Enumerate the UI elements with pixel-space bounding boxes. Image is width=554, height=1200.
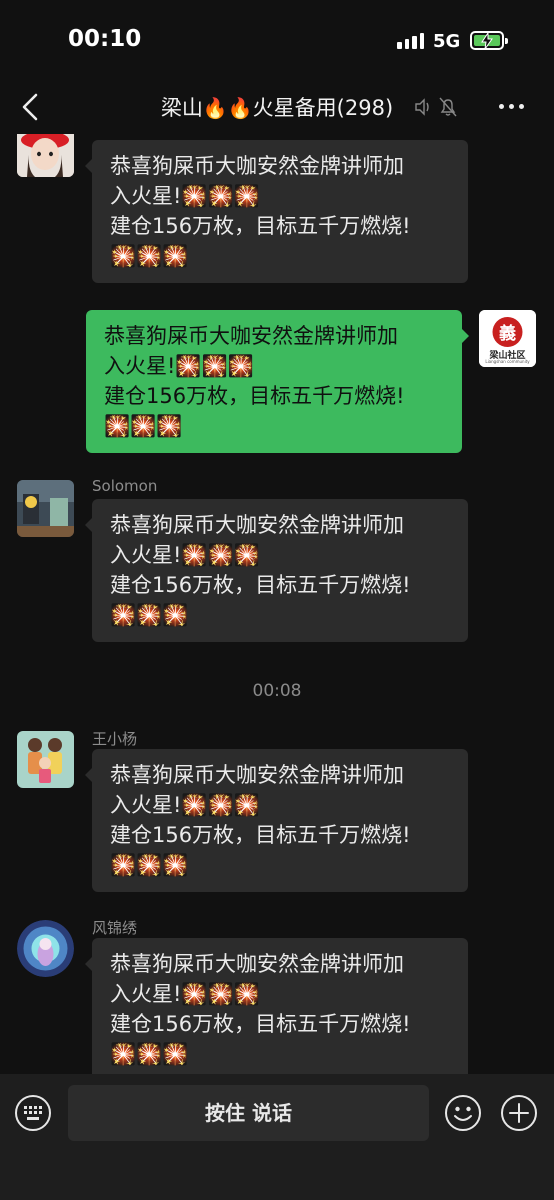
sender-name: Solomon [92, 477, 158, 495]
message-text: 恭喜狗屎币大咖安然金牌讲师加 入火星!🎇🎇🎇 建仓156万枚，目标五千万燃烧! … [110, 513, 411, 627]
member-count: (298) [336, 96, 394, 120]
message-bubble[interactable]: 恭喜狗屎币大咖安然金牌讲师加 入火星!🎇🎇🎇 建仓156万枚，目标五千万燃烧! … [85, 938, 468, 1074]
sender-name: 风锦绣 [92, 919, 138, 937]
avatar[interactable] [17, 134, 74, 177]
keyboard-icon[interactable] [14, 1094, 52, 1136]
logo-char: 義 [499, 324, 516, 344]
avatar[interactable] [17, 731, 74, 788]
message-list[interactable]: 恭喜狗屎币大咖安然金牌讲师加 入火星!🎇🎇🎇 建仓156万枚，目标五千万燃烧! … [0, 134, 554, 1074]
status-time: 00:10 [68, 26, 142, 52]
fire-emoji: 🔥 [202, 96, 228, 120]
message-bubble-self[interactable]: 恭喜狗屎币大咖安然金牌讲师加 入火星!🎇🎇🎇 建仓156万枚，目标五千万燃烧! … [86, 310, 469, 453]
sender-name: 王小杨 [92, 730, 138, 748]
fire-emoji: 🔥 [227, 96, 253, 120]
message-text: 恭喜狗屎币大咖安然金牌讲师加 入火星!🎇🎇🎇 建仓156万枚，目标五千万燃烧! … [110, 952, 411, 1066]
avatar[interactable] [17, 920, 74, 977]
chat-title[interactable]: 梁山🔥🔥火星备用(298) [0, 92, 554, 122]
message-text: 恭喜狗屎币大咖安然金牌讲师加 入火星!🎇🎇🎇 建仓156万枚，目标五千万燃烧! … [110, 154, 411, 268]
self-avatar[interactable]: 義 梁山社区 Liangshan community [479, 310, 536, 367]
message-bubble[interactable]: 恭喜狗屎币大咖安然金牌讲师加 入火星!🎇🎇🎇 建仓156万枚，目标五千万燃烧! … [85, 140, 468, 283]
plus-icon[interactable] [500, 1094, 538, 1136]
message-text: 恭喜狗屎币大咖安然金牌讲师加 入火星!🎇🎇🎇 建仓156万枚，目标五千万燃烧! … [110, 763, 411, 877]
battery-icon [470, 31, 508, 50]
signal-icon [397, 33, 424, 49]
more-icon[interactable] [499, 104, 524, 109]
chat-header: 梁山🔥🔥火星备用(298) [0, 80, 554, 134]
title-suffix: 火星备用 [252, 96, 337, 120]
message-text: 恭喜狗屎币大咖安然金牌讲师加 入火星!🎇🎇🎇 建仓156万枚，目标五千万燃烧! … [104, 324, 405, 438]
message-timestamp: 00:08 [252, 681, 302, 701]
message-bubble[interactable]: 恭喜狗屎币大咖安然金牌讲师加 入火星!🎇🎇🎇 建仓156万枚，目标五千万燃烧! … [85, 749, 468, 892]
mute-icon [414, 96, 458, 122]
hold-to-talk-button[interactable]: 按住 说话 [68, 1085, 429, 1141]
avatar[interactable] [17, 480, 74, 537]
network-type: 5G [433, 31, 461, 52]
status-bar: 00:10 5G [0, 0, 554, 80]
message-bubble[interactable]: 恭喜狗屎币大咖安然金牌讲师加 入火星!🎇🎇🎇 建仓156万枚，目标五千万燃烧! … [85, 499, 468, 642]
logo-subtext: Liangshan community [485, 359, 530, 364]
emoji-icon[interactable] [444, 1094, 482, 1136]
input-bar: 按住 说话 [0, 1074, 554, 1200]
title-name: 梁山 [160, 96, 203, 120]
